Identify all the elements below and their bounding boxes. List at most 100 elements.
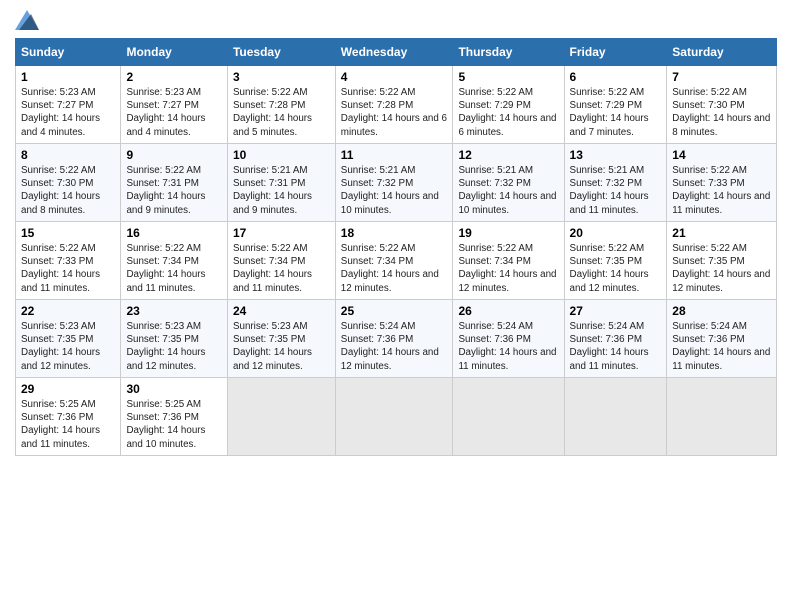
day-info: Sunrise: 5:22 AMSunset: 7:28 PMDaylight:… xyxy=(341,87,447,138)
day-info: Sunrise: 5:23 AMSunset: 7:35 PMDaylight:… xyxy=(233,321,312,372)
calendar-table: SundayMondayTuesdayWednesdayThursdayFrid… xyxy=(15,38,777,456)
day-number: 15 xyxy=(21,226,115,240)
day-cell-15: 15 Sunrise: 5:22 AMSunset: 7:33 PMDaylig… xyxy=(16,222,121,300)
day-number: 11 xyxy=(341,148,448,162)
header-wednesday: Wednesday xyxy=(335,39,453,66)
day-cell-22: 22 Sunrise: 5:23 AMSunset: 7:35 PMDaylig… xyxy=(16,300,121,378)
day-info: Sunrise: 5:22 AMSunset: 7:34 PMDaylight:… xyxy=(233,243,312,294)
day-info: Sunrise: 5:23 AMSunset: 7:35 PMDaylight:… xyxy=(126,321,205,372)
empty-cell xyxy=(335,378,453,456)
day-number: 22 xyxy=(21,304,115,318)
day-cell-13: 13 Sunrise: 5:21 AMSunset: 7:32 PMDaylig… xyxy=(564,144,667,222)
day-info: Sunrise: 5:22 AMSunset: 7:30 PMDaylight:… xyxy=(21,165,100,216)
week-row-1: 1 Sunrise: 5:23 AMSunset: 7:27 PMDayligh… xyxy=(16,66,777,144)
day-cell-16: 16 Sunrise: 5:22 AMSunset: 7:34 PMDaylig… xyxy=(121,222,228,300)
day-cell-3: 3 Sunrise: 5:22 AMSunset: 7:28 PMDayligh… xyxy=(227,66,335,144)
empty-cell xyxy=(227,378,335,456)
logo-icon xyxy=(15,10,39,30)
day-number: 19 xyxy=(458,226,558,240)
day-number: 27 xyxy=(570,304,662,318)
day-info: Sunrise: 5:22 AMSunset: 7:34 PMDaylight:… xyxy=(126,243,205,294)
day-number: 25 xyxy=(341,304,448,318)
week-row-4: 22 Sunrise: 5:23 AMSunset: 7:35 PMDaylig… xyxy=(16,300,777,378)
day-number: 1 xyxy=(21,70,115,84)
day-cell-23: 23 Sunrise: 5:23 AMSunset: 7:35 PMDaylig… xyxy=(121,300,228,378)
day-number: 20 xyxy=(570,226,662,240)
day-cell-28: 28 Sunrise: 5:24 AMSunset: 7:36 PMDaylig… xyxy=(667,300,777,378)
day-info: Sunrise: 5:24 AMSunset: 7:36 PMDaylight:… xyxy=(458,321,556,372)
day-info: Sunrise: 5:22 AMSunset: 7:28 PMDaylight:… xyxy=(233,87,312,138)
day-cell-4: 4 Sunrise: 5:22 AMSunset: 7:28 PMDayligh… xyxy=(335,66,453,144)
header-sunday: Sunday xyxy=(16,39,121,66)
day-info: Sunrise: 5:21 AMSunset: 7:32 PMDaylight:… xyxy=(458,165,556,216)
day-cell-6: 6 Sunrise: 5:22 AMSunset: 7:29 PMDayligh… xyxy=(564,66,667,144)
day-number: 12 xyxy=(458,148,558,162)
calendar-header-row: SundayMondayTuesdayWednesdayThursdayFrid… xyxy=(16,39,777,66)
day-cell-5: 5 Sunrise: 5:22 AMSunset: 7:29 PMDayligh… xyxy=(453,66,564,144)
day-info: Sunrise: 5:22 AMSunset: 7:30 PMDaylight:… xyxy=(672,87,770,138)
day-number: 3 xyxy=(233,70,330,84)
page-container: SundayMondayTuesdayWednesdayThursdayFrid… xyxy=(0,0,792,466)
day-cell-30: 30 Sunrise: 5:25 AMSunset: 7:36 PMDaylig… xyxy=(121,378,228,456)
header-tuesday: Tuesday xyxy=(227,39,335,66)
day-info: Sunrise: 5:22 AMSunset: 7:35 PMDaylight:… xyxy=(672,243,770,294)
empty-cell xyxy=(453,378,564,456)
day-number: 29 xyxy=(21,382,115,396)
day-number: 18 xyxy=(341,226,448,240)
day-info: Sunrise: 5:22 AMSunset: 7:33 PMDaylight:… xyxy=(21,243,100,294)
day-number: 4 xyxy=(341,70,448,84)
day-info: Sunrise: 5:22 AMSunset: 7:33 PMDaylight:… xyxy=(672,165,770,216)
day-number: 9 xyxy=(126,148,222,162)
header-friday: Friday xyxy=(564,39,667,66)
day-cell-12: 12 Sunrise: 5:21 AMSunset: 7:32 PMDaylig… xyxy=(453,144,564,222)
day-cell-10: 10 Sunrise: 5:21 AMSunset: 7:31 PMDaylig… xyxy=(227,144,335,222)
day-cell-14: 14 Sunrise: 5:22 AMSunset: 7:33 PMDaylig… xyxy=(667,144,777,222)
day-info: Sunrise: 5:25 AMSunset: 7:36 PMDaylight:… xyxy=(21,399,100,450)
day-number: 23 xyxy=(126,304,222,318)
header-saturday: Saturday xyxy=(667,39,777,66)
day-cell-1: 1 Sunrise: 5:23 AMSunset: 7:27 PMDayligh… xyxy=(16,66,121,144)
day-info: Sunrise: 5:22 AMSunset: 7:34 PMDaylight:… xyxy=(458,243,556,294)
empty-cell xyxy=(564,378,667,456)
day-info: Sunrise: 5:22 AMSunset: 7:31 PMDaylight:… xyxy=(126,165,205,216)
empty-cell xyxy=(667,378,777,456)
day-info: Sunrise: 5:23 AMSunset: 7:35 PMDaylight:… xyxy=(21,321,100,372)
day-number: 2 xyxy=(126,70,222,84)
week-row-5: 29 Sunrise: 5:25 AMSunset: 7:36 PMDaylig… xyxy=(16,378,777,456)
day-number: 8 xyxy=(21,148,115,162)
day-number: 26 xyxy=(458,304,558,318)
day-info: Sunrise: 5:22 AMSunset: 7:34 PMDaylight:… xyxy=(341,243,439,294)
day-cell-21: 21 Sunrise: 5:22 AMSunset: 7:35 PMDaylig… xyxy=(667,222,777,300)
day-number: 17 xyxy=(233,226,330,240)
day-cell-20: 20 Sunrise: 5:22 AMSunset: 7:35 PMDaylig… xyxy=(564,222,667,300)
day-cell-24: 24 Sunrise: 5:23 AMSunset: 7:35 PMDaylig… xyxy=(227,300,335,378)
day-info: Sunrise: 5:24 AMSunset: 7:36 PMDaylight:… xyxy=(341,321,439,372)
day-cell-27: 27 Sunrise: 5:24 AMSunset: 7:36 PMDaylig… xyxy=(564,300,667,378)
day-number: 13 xyxy=(570,148,662,162)
day-number: 5 xyxy=(458,70,558,84)
day-number: 6 xyxy=(570,70,662,84)
day-cell-17: 17 Sunrise: 5:22 AMSunset: 7:34 PMDaylig… xyxy=(227,222,335,300)
day-number: 10 xyxy=(233,148,330,162)
day-cell-26: 26 Sunrise: 5:24 AMSunset: 7:36 PMDaylig… xyxy=(453,300,564,378)
day-info: Sunrise: 5:24 AMSunset: 7:36 PMDaylight:… xyxy=(570,321,649,372)
day-cell-11: 11 Sunrise: 5:21 AMSunset: 7:32 PMDaylig… xyxy=(335,144,453,222)
day-number: 21 xyxy=(672,226,771,240)
day-cell-25: 25 Sunrise: 5:24 AMSunset: 7:36 PMDaylig… xyxy=(335,300,453,378)
day-cell-9: 9 Sunrise: 5:22 AMSunset: 7:31 PMDayligh… xyxy=(121,144,228,222)
day-info: Sunrise: 5:22 AMSunset: 7:29 PMDaylight:… xyxy=(570,87,649,138)
day-cell-8: 8 Sunrise: 5:22 AMSunset: 7:30 PMDayligh… xyxy=(16,144,121,222)
day-cell-19: 19 Sunrise: 5:22 AMSunset: 7:34 PMDaylig… xyxy=(453,222,564,300)
day-info: Sunrise: 5:25 AMSunset: 7:36 PMDaylight:… xyxy=(126,399,205,450)
day-info: Sunrise: 5:22 AMSunset: 7:29 PMDaylight:… xyxy=(458,87,556,138)
day-number: 14 xyxy=(672,148,771,162)
day-number: 28 xyxy=(672,304,771,318)
day-number: 24 xyxy=(233,304,330,318)
day-cell-7: 7 Sunrise: 5:22 AMSunset: 7:30 PMDayligh… xyxy=(667,66,777,144)
day-info: Sunrise: 5:21 AMSunset: 7:31 PMDaylight:… xyxy=(233,165,312,216)
day-cell-18: 18 Sunrise: 5:22 AMSunset: 7:34 PMDaylig… xyxy=(335,222,453,300)
day-number: 7 xyxy=(672,70,771,84)
day-info: Sunrise: 5:24 AMSunset: 7:36 PMDaylight:… xyxy=(672,321,770,372)
week-row-3: 15 Sunrise: 5:22 AMSunset: 7:33 PMDaylig… xyxy=(16,222,777,300)
header xyxy=(15,10,777,30)
